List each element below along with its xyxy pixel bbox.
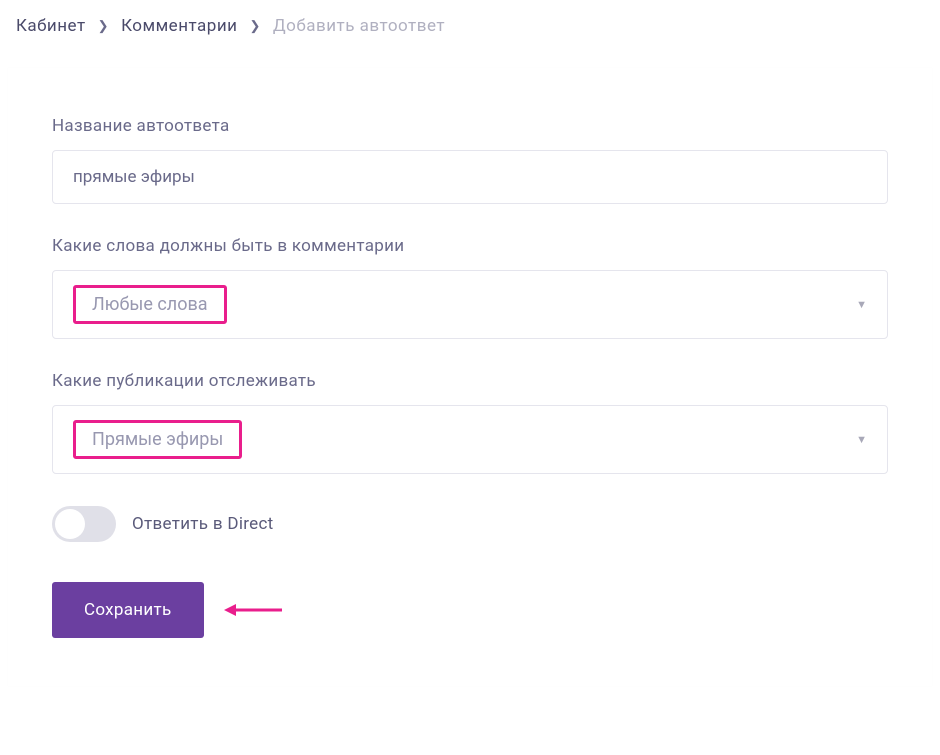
save-button[interactable]: Сохранить xyxy=(52,582,204,638)
direct-toggle[interactable] xyxy=(52,506,116,542)
breadcrumb-link-comments[interactable]: Комментарии xyxy=(121,16,237,36)
arrow-left-icon xyxy=(224,600,284,620)
breadcrumb: Кабинет ❯ Комментарии ❯ Добавить автоотв… xyxy=(0,0,940,48)
breadcrumb-link-cabinet[interactable]: Кабинет xyxy=(16,16,86,36)
form-panel: Название автоответа Какие слова должны б… xyxy=(8,68,932,686)
words-label: Какие слова должны быть в комментарии xyxy=(52,236,888,256)
direct-toggle-row: Ответить в Direct xyxy=(52,506,888,542)
words-select[interactable]: Любые слова ▼ xyxy=(52,270,888,339)
form-group-words: Какие слова должны быть в комментарии Лю… xyxy=(52,236,888,339)
words-selected-value: Любые слова xyxy=(86,292,214,317)
toggle-knob xyxy=(55,509,85,539)
name-label: Название автоответа xyxy=(52,116,888,136)
chevron-down-icon: ▼ xyxy=(856,433,867,446)
publications-select[interactable]: Прямые эфиры ▼ xyxy=(52,405,888,474)
direct-toggle-label: Ответить в Direct xyxy=(132,514,274,534)
save-row: Сохранить xyxy=(52,582,888,638)
publications-label: Какие публикации отслеживать xyxy=(52,371,888,391)
name-input[interactable] xyxy=(52,150,888,204)
chevron-right-icon: ❯ xyxy=(98,19,109,34)
publications-selected-value: Прямые эфиры xyxy=(86,427,229,452)
chevron-right-icon: ❯ xyxy=(249,19,260,34)
chevron-down-icon: ▼ xyxy=(856,298,867,311)
form-group-publications: Какие публикации отслеживать Прямые эфир… xyxy=(52,371,888,474)
highlight-annotation: Прямые эфиры xyxy=(73,420,242,459)
highlight-annotation: Любые слова xyxy=(73,285,227,324)
breadcrumb-current: Добавить автоответ xyxy=(273,16,445,36)
form-group-name: Название автоответа xyxy=(52,116,888,204)
